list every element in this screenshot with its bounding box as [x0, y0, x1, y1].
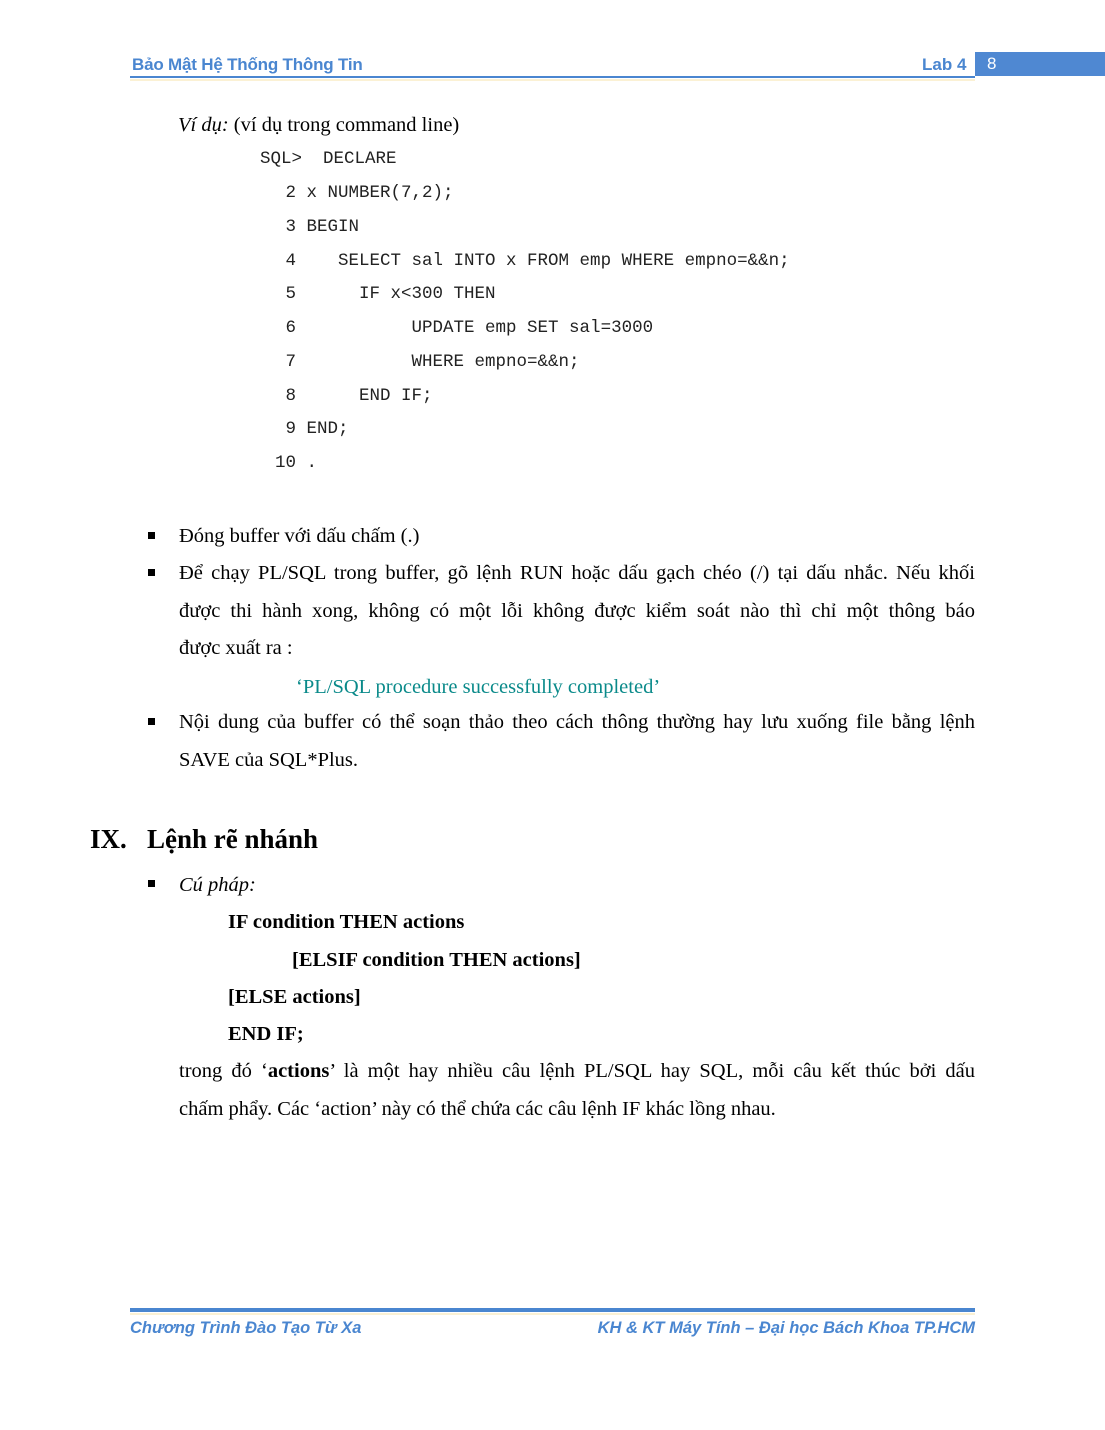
document-title: Bảo Mật Hệ Thống Thông Tin — [132, 55, 363, 74]
keyword-actions: actions — [267, 1060, 330, 1082]
footer-rule — [130, 1308, 975, 1312]
syntax-label: Cú pháp: — [179, 874, 256, 896]
line-number: 10 — [274, 453, 296, 473]
bullet-paragraph: Để chạy PL/SQL trong buffer, gõ lệnh RUN… — [179, 555, 975, 668]
code-prompt: SQL> — [260, 149, 303, 169]
code-text: END IF; — [306, 386, 433, 406]
header-rule-shadow — [130, 79, 975, 81]
code-text: IF x<300 THEN — [306, 284, 496, 304]
line-number: 4 — [285, 251, 296, 271]
code-line: 8 END IF; — [250, 386, 433, 406]
bullet-square-icon — [148, 569, 155, 576]
code-line: 6 UPDATE emp SET sal=3000 — [250, 318, 653, 338]
code-text: SELECT sal INTO x FROM emp WHERE empno=&… — [306, 251, 790, 271]
code-text: BEGIN — [306, 217, 360, 237]
line-number: 2 — [285, 183, 296, 203]
code-line: 9 END; — [250, 419, 349, 439]
bullet-text: Đóng buffer với dấu chấm (.) — [179, 525, 420, 547]
success-message: ‘PL/SQL procedure successfully completed… — [296, 676, 661, 698]
line-number: 5 — [285, 284, 296, 304]
example-label-italic: Ví dụ: — [178, 114, 229, 136]
page-header: Bảo Mật Hệ Thống Thông Tin Lab 4 8 — [130, 52, 1105, 81]
bullet-paragraph: Nội dung của buffer có thể soạn thảo the… — [179, 704, 975, 779]
paragraph-line: được thi hành xong, không có một lỗi khô… — [179, 599, 975, 622]
code-text: END; — [306, 419, 349, 439]
paragraph-line: trong đó ‘actions’ là một hay nhiều câu … — [179, 1053, 975, 1091]
page-number: 8 — [987, 54, 997, 73]
footer-rule-shadow — [130, 1313, 975, 1315]
description-paragraph: trong đó ‘actions’ là một hay nhiều câu … — [179, 1053, 975, 1128]
syntax-line: IF condition THEN actions — [228, 911, 465, 933]
example-label: Ví dụ: (ví dụ trong command line) — [178, 113, 459, 137]
paragraph-line: chấm phẩy. Các ‘action’ này có thể chứa … — [179, 1097, 776, 1120]
footer-program-name: Chương Trình Đào Tạo Từ Xa — [130, 1319, 362, 1337]
text: trong đó ‘ — [179, 1060, 268, 1082]
line-number: 7 — [285, 352, 296, 372]
syntax-line: [ELSE actions] — [228, 986, 361, 1008]
footer-institution: KH & KT Máy Tính – Đại học Bách Khoa TP.… — [597, 1319, 975, 1337]
bullet-square-icon — [148, 532, 155, 539]
lab-label: Lab 4 — [922, 55, 967, 74]
text: ’ là một hay nhiều câu lệnh PL/SQL hay S… — [329, 1060, 975, 1082]
section-heading: IX. Lệnh rẽ nhánh — [90, 824, 318, 855]
syntax-line: END IF; — [228, 1023, 304, 1045]
paragraph-line: Nội dung của buffer có thể soạn thảo the… — [179, 711, 975, 733]
code-text: x NUMBER(7,2); — [306, 183, 454, 203]
syntax-line: [ELSIF condition THEN actions] — [292, 949, 581, 971]
section-title: Lệnh rẽ nhánh — [147, 824, 319, 854]
code-text: UPDATE emp SET sal=3000 — [306, 318, 654, 338]
code-text: DECLARE — [323, 149, 397, 169]
code-line: 10 . — [250, 453, 317, 473]
bullet-square-icon — [148, 880, 155, 887]
paragraph-line: SAVE của SQL*Plus. — [179, 748, 359, 771]
bullet-square-icon — [148, 718, 155, 725]
paragraph-line: Để chạy PL/SQL trong buffer, gõ lệnh RUN… — [179, 562, 975, 584]
paragraph-line: được xuất ra : — [179, 637, 293, 659]
line-number: 3 — [285, 217, 296, 237]
code-line: 5 IF x<300 THEN — [250, 284, 496, 304]
code-text: WHERE empno=&&n; — [306, 352, 580, 372]
section-number: IX. — [90, 824, 127, 854]
page-number-box: 8 — [975, 52, 1105, 76]
code-text: . — [306, 453, 318, 473]
line-number: 6 — [285, 318, 296, 338]
line-number: 8 — [285, 386, 296, 406]
code-line: SQL> DECLARE — [260, 149, 397, 169]
line-number: 9 — [285, 419, 296, 439]
code-line: 4 SELECT sal INTO x FROM emp WHERE empno… — [250, 251, 790, 271]
code-line: 7 WHERE empno=&&n; — [250, 352, 580, 372]
code-line: 3 BEGIN — [250, 217, 359, 237]
header-rule — [130, 76, 975, 78]
code-line: 2 x NUMBER(7,2); — [250, 183, 454, 203]
example-label-text: (ví dụ trong command line) — [228, 114, 460, 136]
